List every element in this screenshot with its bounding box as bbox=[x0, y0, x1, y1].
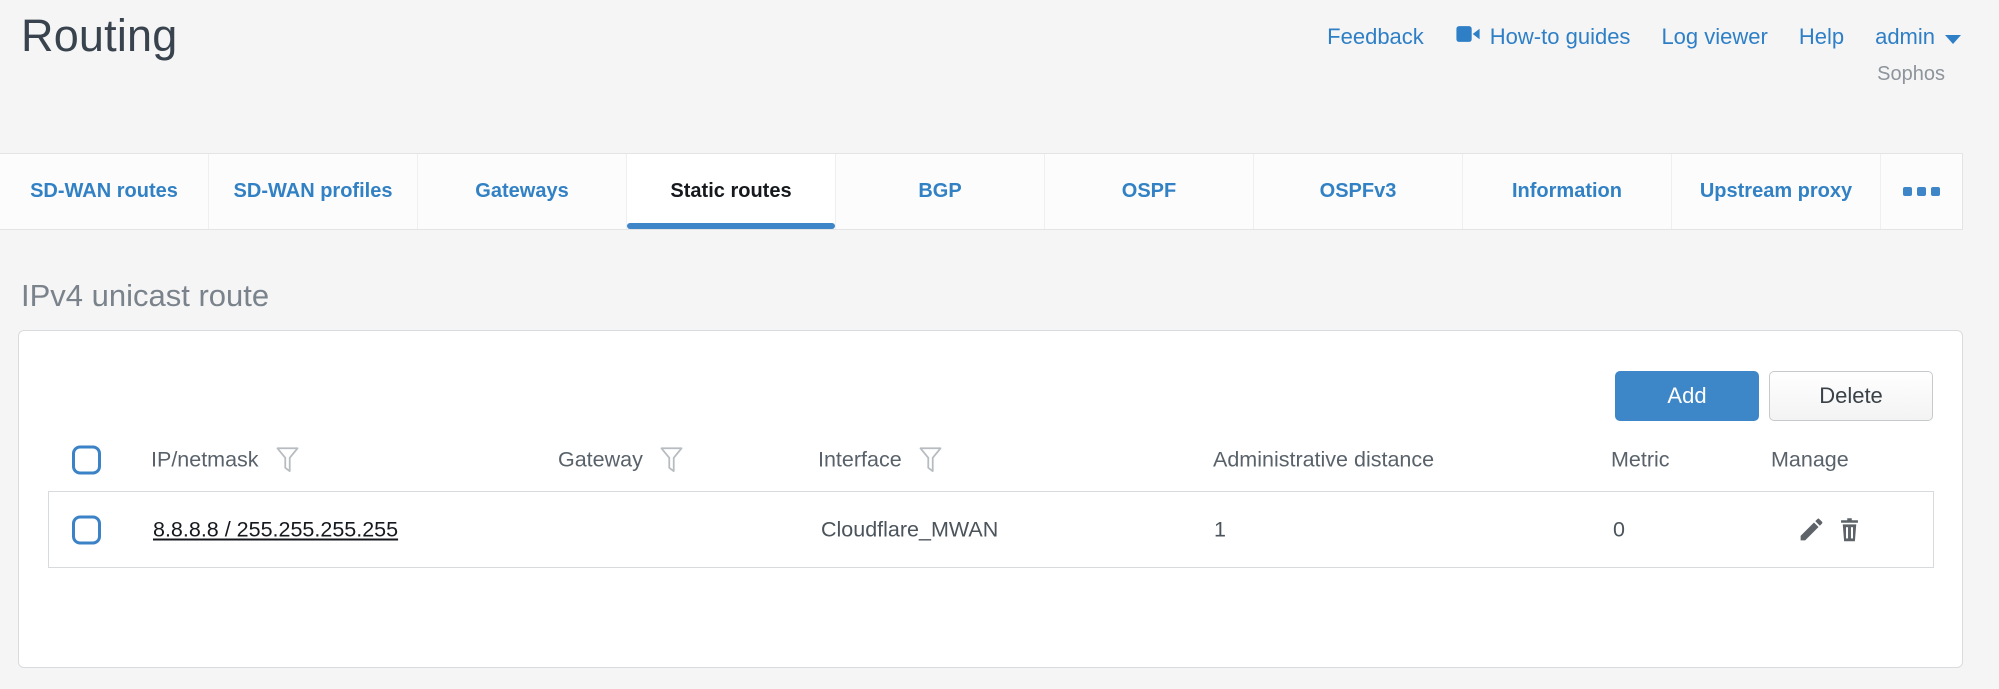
howto-guides-link[interactable]: How-to guides bbox=[1455, 24, 1631, 50]
routing-page: Routing Feedback How-to guides Log viewe… bbox=[0, 0, 1999, 689]
tab-label: Information bbox=[1512, 180, 1622, 203]
tab-label: BGP bbox=[918, 180, 961, 203]
tab-information[interactable]: Information bbox=[1463, 154, 1672, 229]
manage-cell bbox=[1797, 515, 1863, 545]
tab-label: OSPF bbox=[1122, 180, 1176, 203]
column-label: Manage bbox=[1771, 448, 1849, 473]
chevron-down-icon bbox=[1945, 35, 1961, 44]
column-label: Gateway bbox=[558, 448, 643, 473]
column-header-interface: Interface bbox=[818, 446, 944, 475]
tab-ospf[interactable]: OSPF bbox=[1045, 154, 1254, 229]
routes-card: Add Delete IP/netmask Gateway bbox=[18, 330, 1963, 668]
page-title: Routing bbox=[21, 10, 178, 62]
administrative-distance-cell: 1 bbox=[1214, 517, 1226, 542]
funnel-icon[interactable] bbox=[917, 446, 944, 475]
tab-gateways[interactable]: Gateways bbox=[418, 154, 627, 229]
more-dots-icon bbox=[1917, 187, 1926, 196]
tab-overflow-button[interactable] bbox=[1881, 154, 1962, 229]
tab-sd-wan-profiles[interactable]: SD-WAN profiles bbox=[209, 154, 418, 229]
more-dots-icon bbox=[1903, 187, 1912, 196]
route-link[interactable]: 8.8.8.8 / 255.255.255.255 bbox=[153, 517, 398, 541]
tab-bgp[interactable]: BGP bbox=[836, 154, 1045, 229]
tab-upstream-proxy[interactable]: Upstream proxy bbox=[1672, 154, 1881, 229]
tab-label: Gateways bbox=[475, 180, 568, 203]
column-label: Metric bbox=[1611, 448, 1670, 473]
log-viewer-link[interactable]: Log viewer bbox=[1661, 24, 1767, 50]
user-menu-label: admin bbox=[1875, 24, 1935, 50]
tab-label: SD-WAN routes bbox=[30, 180, 178, 203]
pencil-icon[interactable] bbox=[1797, 515, 1826, 544]
header-links: Feedback How-to guides Log viewer Help a… bbox=[1327, 24, 1961, 50]
funnel-icon[interactable] bbox=[274, 446, 301, 475]
tab-label: Static routes bbox=[670, 180, 791, 203]
column-header-gateway: Gateway bbox=[558, 446, 685, 475]
row-checkbox[interactable] bbox=[72, 515, 101, 544]
section-title: IPv4 unicast route bbox=[21, 278, 269, 314]
tab-label: OSPFv3 bbox=[1320, 180, 1397, 203]
add-button[interactable]: Add bbox=[1615, 371, 1759, 421]
column-label: Administrative distance bbox=[1213, 448, 1434, 473]
user-menu[interactable]: admin bbox=[1875, 24, 1961, 50]
column-header-manage: Manage bbox=[1771, 448, 1849, 473]
tab-label: Upstream proxy bbox=[1700, 180, 1852, 203]
tab-ospfv3[interactable]: OSPFv3 bbox=[1254, 154, 1463, 229]
funnel-icon[interactable] bbox=[658, 446, 685, 475]
howto-guides-label: How-to guides bbox=[1490, 24, 1631, 50]
active-tab-underline bbox=[627, 223, 835, 229]
feedback-link[interactable]: Feedback bbox=[1327, 24, 1424, 50]
tab-bar: SD-WAN routes SD-WAN profiles Gateways S… bbox=[0, 153, 1963, 230]
tab-label: SD-WAN profiles bbox=[234, 180, 393, 203]
table-row: 8.8.8.8 / 255.255.255.255 Cloudflare_MWA… bbox=[48, 491, 1934, 568]
interface-cell: Cloudflare_MWAN bbox=[821, 517, 998, 542]
column-header-metric: Metric bbox=[1611, 448, 1670, 473]
column-header-administrative-distance: Administrative distance bbox=[1213, 448, 1434, 473]
brand-label: Sophos bbox=[1877, 63, 1945, 86]
trash-icon[interactable] bbox=[1836, 515, 1863, 545]
column-header-ip-netmask: IP/netmask bbox=[151, 446, 301, 475]
column-label: IP/netmask bbox=[151, 448, 259, 473]
table-header: IP/netmask Gateway Interface bbox=[19, 436, 1962, 484]
delete-button[interactable]: Delete bbox=[1769, 371, 1933, 421]
tab-static-routes[interactable]: Static routes bbox=[627, 154, 836, 229]
help-link[interactable]: Help bbox=[1799, 24, 1844, 50]
metric-cell: 0 bbox=[1613, 517, 1625, 542]
ip-netmask-cell: 8.8.8.8 / 255.255.255.255 bbox=[153, 517, 398, 542]
select-all-checkbox[interactable] bbox=[72, 446, 101, 475]
more-dots-icon bbox=[1931, 187, 1940, 196]
column-label: Interface bbox=[818, 448, 902, 473]
tab-sd-wan-routes[interactable]: SD-WAN routes bbox=[0, 154, 209, 229]
video-camera-icon bbox=[1455, 24, 1481, 50]
